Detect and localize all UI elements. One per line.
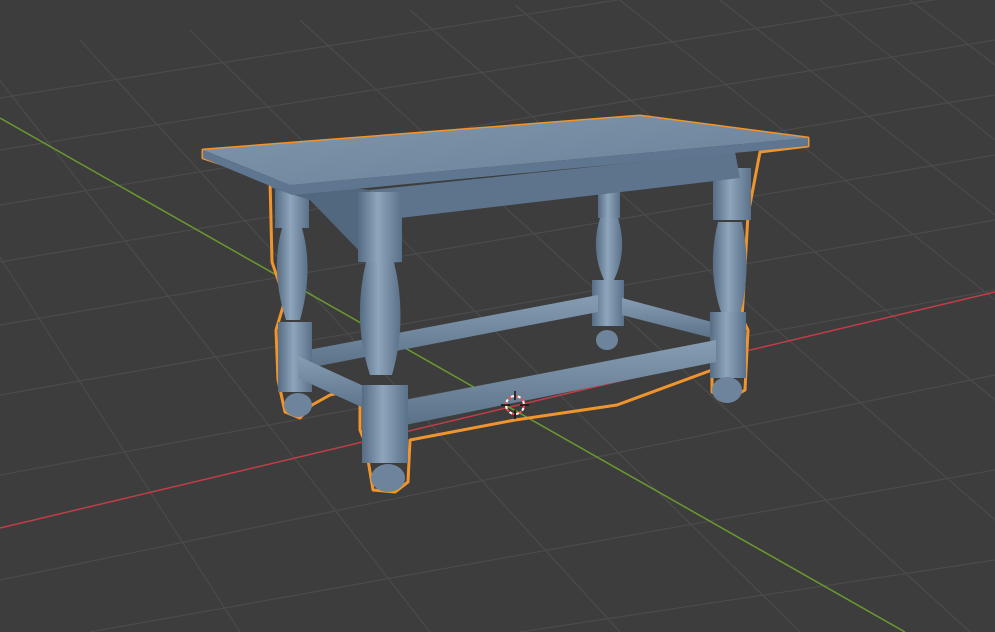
front-right-leg (710, 168, 751, 403)
viewport-canvas[interactable] (0, 0, 995, 632)
3d-viewport[interactable] (0, 0, 995, 632)
